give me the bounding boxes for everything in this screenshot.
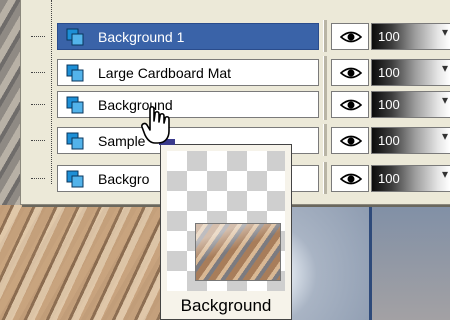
layer-drag-preview: Background [159,139,292,320]
layer-row-background-1[interactable]: Background 1 100 ▾ [21,20,450,52]
eye-icon [340,135,362,147]
preview-caption: Background [180,296,272,315]
canvas-deck-photo [0,205,160,320]
tree-branch [31,72,45,74]
column-divider [323,20,327,52]
layer-name: Sample [98,133,146,149]
layer-name: Large Cardboard Mat [98,65,232,81]
visibility-toggle[interactable] [331,23,369,50]
visibility-toggle[interactable] [331,127,369,154]
opacity-field[interactable]: 100 ▾ [371,165,450,192]
tree-branch [31,104,45,106]
hand-cursor-icon [141,105,170,144]
opacity-stepper-icon[interactable]: ▾ [442,94,448,106]
layer-thumbnail [195,223,281,281]
layer-icon [66,64,84,82]
layer-name: Background 1 [98,29,185,45]
tree-branch [31,140,45,142]
visibility-toggle[interactable] [331,165,369,192]
opacity-value: 100 [378,97,400,112]
opacity-value: 100 [378,65,400,80]
layer-row-background[interactable]: Background 100 ▾ [21,88,450,120]
opacity-field[interactable]: 100 ▾ [371,127,450,154]
opacity-field[interactable]: 100 ▾ [371,91,450,118]
layer-icon [66,170,84,188]
visibility-toggle[interactable] [331,91,369,118]
layer-row-large-cardboard-mat[interactable]: Large Cardboard Mat 100 ▾ [21,56,450,88]
layer-icon [66,132,84,150]
opacity-stepper-icon[interactable]: ▾ [442,130,448,142]
layer-name-box[interactable]: Background 1 [57,23,319,50]
opacity-stepper-icon[interactable]: ▾ [442,62,448,74]
column-divider [323,124,327,156]
layer-name: Backgro [98,171,150,187]
opacity-field[interactable]: 100 ▾ [371,23,450,50]
layer-name-box[interactable]: Large Cardboard Mat [57,59,319,86]
opacity-stepper-icon[interactable]: ▾ [442,26,448,38]
layer-icon [66,96,84,114]
opacity-field[interactable]: 100 ▾ [371,59,450,86]
canvas-frame-strip [369,200,450,320]
eye-icon [340,99,362,111]
column-divider [323,162,327,194]
opacity-value: 100 [378,133,400,148]
tree-branch [31,36,45,38]
eye-icon [340,173,362,185]
visibility-toggle[interactable] [331,59,369,86]
layer-name-box[interactable]: Background [57,91,319,118]
column-divider [323,56,327,88]
eye-icon [340,31,362,43]
opacity-value: 100 [378,29,400,44]
tree-branch [31,178,45,180]
layer-icon [66,28,84,46]
opacity-value: 100 [378,171,400,186]
opacity-stepper-icon[interactable]: ▾ [442,168,448,180]
eye-icon [340,67,362,79]
column-divider [323,88,327,120]
